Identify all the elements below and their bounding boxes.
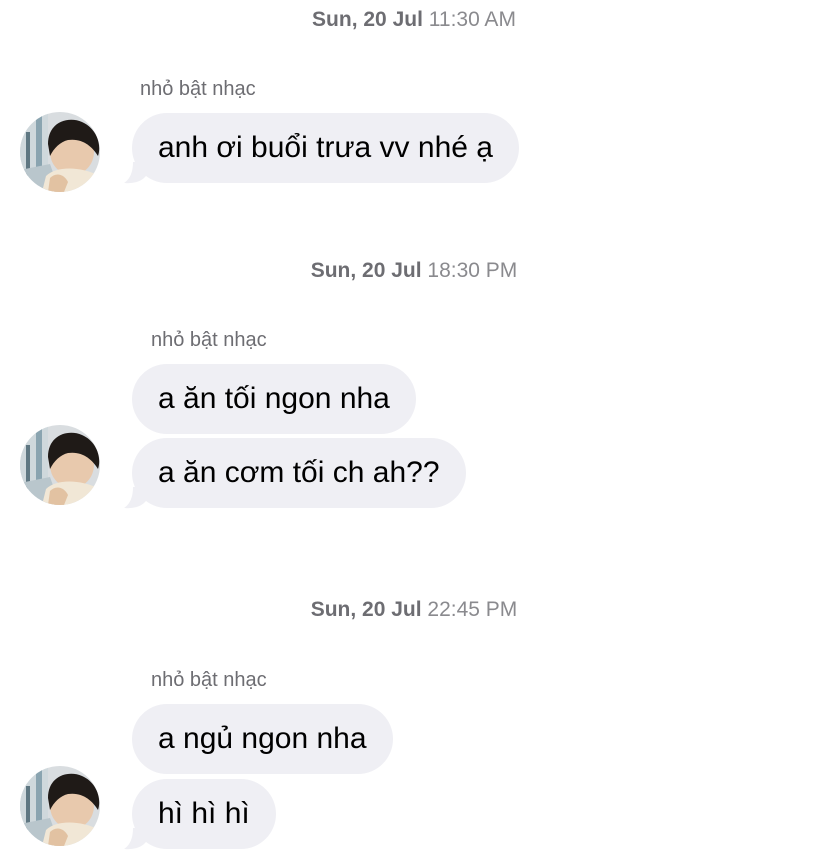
- timestamp-day: Sun, 20 Jul: [312, 8, 423, 31]
- message-bubble[interactable]: anh ơi buổi trưa vv nhé ạ: [132, 113, 519, 183]
- message-bubble[interactable]: a ngủ ngon nha: [132, 704, 393, 774]
- profile-photo-icon: [20, 425, 100, 505]
- timestamp-time: 11:30 AM: [428, 8, 516, 31]
- avatar[interactable]: [20, 425, 100, 505]
- sender-name: nhỏ bật nhạc: [151, 329, 267, 351]
- bubble-tail: [122, 487, 146, 509]
- timestamp-time: 18:30 PM: [427, 259, 518, 282]
- message-bubble[interactable]: a ăn tối ngon nha: [132, 364, 416, 434]
- profile-photo-icon: [20, 766, 100, 846]
- sender-name: nhỏ bật nhạc: [140, 78, 256, 100]
- timestamp-day: Sun, 20 Jul: [310, 598, 422, 621]
- profile-photo-icon: [20, 112, 100, 192]
- message-bubble[interactable]: a ăn cơm tối ch ah??: [132, 438, 466, 508]
- bubble-tail: [122, 828, 146, 850]
- sender-name: nhỏ bật nhạc: [151, 669, 267, 691]
- timestamp-day: Sun, 20 Jul: [310, 259, 422, 282]
- avatar[interactable]: [20, 766, 100, 846]
- timestamp-separator: Sun, 20 Jul 11:30 AM: [0, 7, 828, 33]
- message-bubble[interactable]: hì hì hì: [132, 779, 276, 849]
- timestamp-separator: Sun, 20 Jul 18:30 PM: [0, 258, 828, 284]
- timestamp-separator: Sun, 20 Jul 22:45 PM: [0, 597, 828, 623]
- avatar[interactable]: [20, 112, 100, 192]
- bubble-tail: [122, 162, 146, 184]
- timestamp-time: 22:45 PM: [427, 598, 518, 621]
